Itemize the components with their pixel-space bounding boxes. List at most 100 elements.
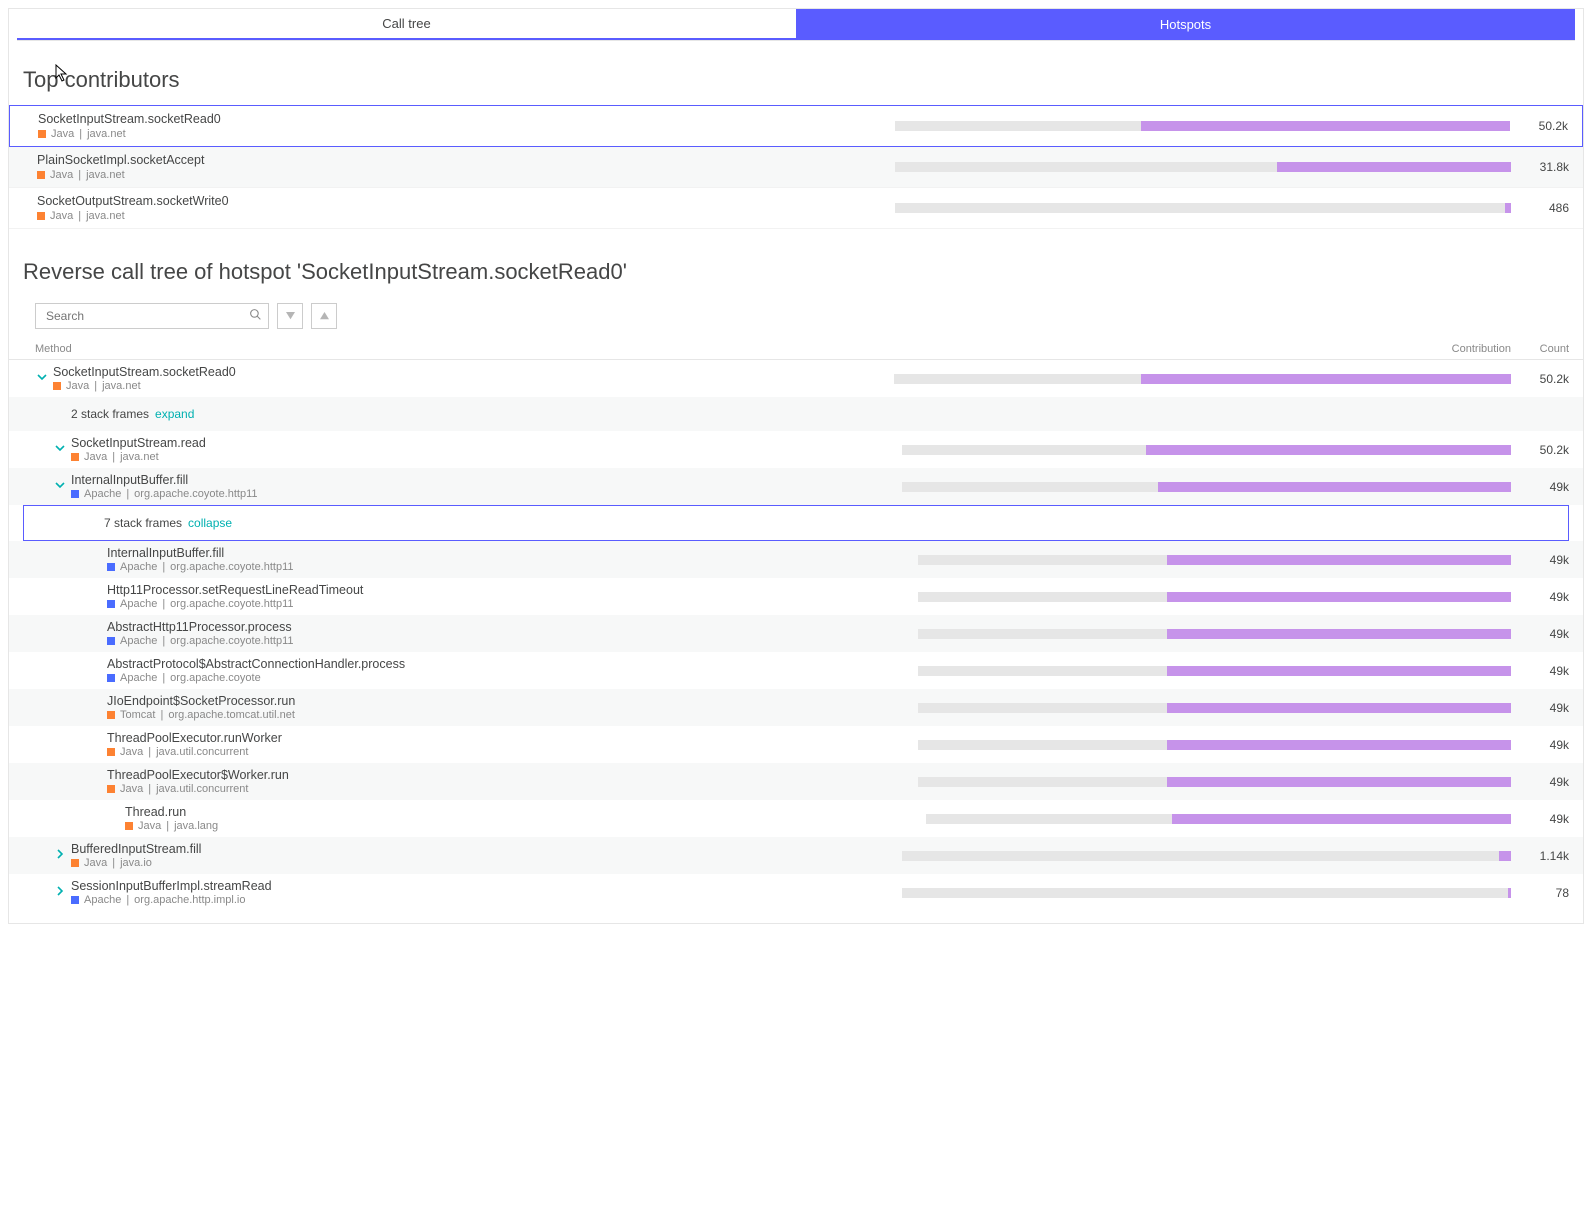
stack-frames-row[interactable]: 7 stack framescollapse xyxy=(23,505,1569,541)
tree-header: Method Contribution Count xyxy=(9,343,1583,360)
col-method: Method xyxy=(35,343,894,355)
tree-tech: Java xyxy=(84,857,107,869)
contribution-bar xyxy=(902,851,1511,861)
tree-row[interactable]: AbstractProtocol$AbstractConnectionHandl… xyxy=(9,652,1583,689)
tree-tech: Java xyxy=(120,783,143,795)
top-contributor-row[interactable]: PlainSocketImpl.socketAccept Java | java.… xyxy=(9,147,1583,188)
tree-method: InternalInputBuffer.fill xyxy=(107,546,294,560)
chevron-none xyxy=(89,739,103,751)
tc-pkg: java.net xyxy=(87,128,126,140)
tree-pkg: org.apache.coyote xyxy=(170,672,261,684)
tree-method: Thread.run xyxy=(125,805,218,819)
tree-meta: Apache | org.apache.coyote.http11 xyxy=(107,561,294,573)
tc-method: SocketInputStream.socketRead0 xyxy=(38,112,895,126)
tree-row[interactable]: AbstractHttp11Processor.processApache | … xyxy=(9,615,1583,652)
tech-swatch-icon xyxy=(71,490,79,498)
tree-method: SocketInputStream.read xyxy=(71,436,206,450)
chevron-right-icon[interactable] xyxy=(53,849,67,862)
col-contribution: Contribution xyxy=(894,343,1511,355)
tab-hotspots[interactable]: Hotspots xyxy=(796,9,1575,40)
tree-pkg: org.apache.coyote.http11 xyxy=(170,635,293,647)
tree-meta: Tomcat | org.apache.tomcat.util.net xyxy=(107,709,295,721)
contribution-bar xyxy=(926,814,1511,824)
chevron-right-icon[interactable] xyxy=(53,886,67,899)
contribution-bar xyxy=(918,777,1511,787)
reverse-call-tree-heading: Reverse call tree of hotspot 'SocketInpu… xyxy=(23,259,1583,285)
tree-row[interactable]: Thread.runJava | java.lang49k xyxy=(9,800,1583,837)
contribution-bar xyxy=(918,629,1511,639)
tree-meta: Apache | org.apache.coyote.http11 xyxy=(71,488,258,500)
frames-action-link[interactable]: collapse xyxy=(188,516,232,530)
chevron-none xyxy=(107,813,121,825)
chevron-down-icon[interactable] xyxy=(35,372,49,385)
tree-row[interactable]: SocketInputStream.readJava | java.net50.… xyxy=(9,431,1583,468)
chevron-down-icon[interactable] xyxy=(53,443,67,456)
tree-row[interactable]: InternalInputBuffer.fillApache | org.apa… xyxy=(9,541,1583,578)
tree-row[interactable]: SessionInputBufferImpl.streamReadApache … xyxy=(9,874,1583,911)
tree-method: AbstractHttp11Processor.process xyxy=(107,620,294,634)
tree-tech: Apache xyxy=(120,635,157,647)
tech-swatch-icon xyxy=(107,748,115,756)
chevron-none xyxy=(89,591,103,603)
tree-method: SessionInputBufferImpl.streamRead xyxy=(71,879,272,893)
filter-down-button[interactable] xyxy=(277,303,303,329)
frames-action-link[interactable]: expand xyxy=(155,407,194,421)
tc-method: PlainSocketImpl.socketAccept xyxy=(37,153,895,167)
tree-method: SocketInputStream.socketRead0 xyxy=(53,365,236,379)
tree-method: InternalInputBuffer.fill xyxy=(71,473,258,487)
tree-count: 49k xyxy=(1511,738,1569,752)
search-input[interactable] xyxy=(46,309,249,323)
tree-tech: Apache xyxy=(120,598,157,610)
tree-count: 50.2k xyxy=(1511,443,1569,457)
tree-pkg: org.apache.http.impl.io xyxy=(134,894,245,906)
tech-swatch-icon xyxy=(38,130,46,138)
filter-up-button[interactable] xyxy=(311,303,337,329)
contribution-bar xyxy=(918,666,1511,676)
tree-meta: Java | java.util.concurrent xyxy=(107,783,289,795)
contribution-bar xyxy=(902,888,1511,898)
tree-count: 49k xyxy=(1511,812,1569,826)
tc-count: 50.2k xyxy=(1510,119,1568,133)
tree-row[interactable]: JIoEndpoint$SocketProcessor.runTomcat | … xyxy=(9,689,1583,726)
tree-method: ThreadPoolExecutor.runWorker xyxy=(107,731,282,745)
tree-method: BufferedInputStream.fill xyxy=(71,842,201,856)
chevron-down-icon[interactable] xyxy=(53,480,67,493)
top-contributor-row[interactable]: SocketOutputStream.socketWrite0Java | ja… xyxy=(9,188,1583,229)
tree-pkg: java.util.concurrent xyxy=(156,746,248,758)
tree-pkg: org.apache.coyote.http11 xyxy=(170,561,293,573)
col-count: Count xyxy=(1511,343,1569,355)
tree-meta: Java | java.net xyxy=(53,380,236,392)
chevron-none xyxy=(89,665,103,677)
tree-row[interactable]: InternalInputBuffer.fillApache | org.apa… xyxy=(9,468,1583,505)
tree-count: 49k xyxy=(1511,590,1569,604)
tech-swatch-icon xyxy=(125,822,133,830)
tree-pkg: org.apache.coyote.http11 xyxy=(134,488,257,500)
tc-tech: Java xyxy=(51,128,74,140)
tech-swatch-icon xyxy=(107,785,115,793)
tree-row[interactable]: BufferedInputStream.fillJava | java.io1.… xyxy=(9,837,1583,874)
stack-frames-row[interactable]: 2 stack framesexpand xyxy=(9,397,1583,431)
contribution-bar xyxy=(895,203,1511,213)
tc-meta: Java | java.net xyxy=(37,169,895,181)
tech-swatch-icon xyxy=(107,637,115,645)
tree-tech: Java xyxy=(120,746,143,758)
top-contributors-list: SocketInputStream.socketRead0 Java | java… xyxy=(9,105,1583,229)
chevron-none xyxy=(89,628,103,640)
top-contributor-row[interactable]: SocketInputStream.socketRead0Java | java… xyxy=(9,105,1583,147)
tree-row[interactable]: ThreadPoolExecutor$Worker.runJava | java… xyxy=(9,763,1583,800)
chevron-none xyxy=(89,554,103,566)
tree-tech: Apache xyxy=(84,488,121,500)
contribution-bar xyxy=(895,162,1511,172)
tree-meta: Java | java.io xyxy=(71,857,201,869)
search-box[interactable] xyxy=(35,303,269,329)
tree-row[interactable]: Http11Processor.setRequestLineReadTimeou… xyxy=(9,578,1583,615)
tree-row[interactable]: SocketInputStream.socketRead0Java | java… xyxy=(9,360,1583,397)
tree-row[interactable]: ThreadPoolExecutor.runWorkerJava | java.… xyxy=(9,726,1583,763)
tc-pkg: java.net xyxy=(86,210,125,222)
contribution-bar xyxy=(918,703,1511,713)
tab-call-tree[interactable]: Call tree xyxy=(17,9,796,40)
tree-count: 49k xyxy=(1511,775,1569,789)
tech-swatch-icon xyxy=(71,859,79,867)
tc-method: SocketOutputStream.socketWrite0 xyxy=(37,194,895,208)
tree-pkg: java.net xyxy=(120,451,159,463)
